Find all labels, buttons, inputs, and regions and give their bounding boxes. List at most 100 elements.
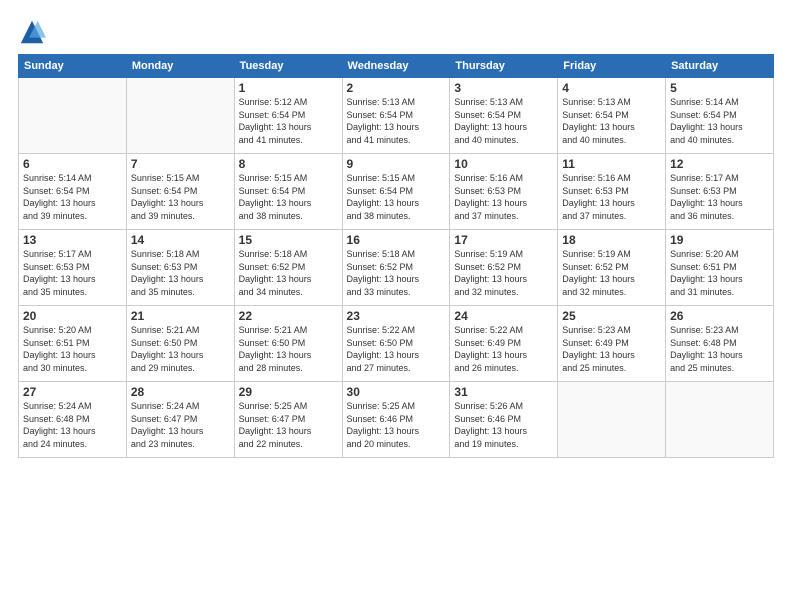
day-info: Sunrise: 5:18 AM Sunset: 6:52 PM Dayligh… bbox=[347, 248, 446, 298]
day-number: 2 bbox=[347, 81, 446, 95]
day-number: 28 bbox=[131, 385, 230, 399]
day-number: 22 bbox=[239, 309, 338, 323]
calendar-cell: 5Sunrise: 5:14 AM Sunset: 6:54 PM Daylig… bbox=[666, 78, 774, 154]
week-row-3: 13Sunrise: 5:17 AM Sunset: 6:53 PM Dayli… bbox=[19, 230, 774, 306]
header-monday: Monday bbox=[126, 55, 234, 78]
day-info: Sunrise: 5:12 AM Sunset: 6:54 PM Dayligh… bbox=[239, 96, 338, 146]
day-info: Sunrise: 5:23 AM Sunset: 6:49 PM Dayligh… bbox=[562, 324, 661, 374]
calendar-cell bbox=[19, 78, 127, 154]
day-info: Sunrise: 5:15 AM Sunset: 6:54 PM Dayligh… bbox=[131, 172, 230, 222]
day-number: 3 bbox=[454, 81, 553, 95]
day-info: Sunrise: 5:18 AM Sunset: 6:53 PM Dayligh… bbox=[131, 248, 230, 298]
day-number: 25 bbox=[562, 309, 661, 323]
day-number: 4 bbox=[562, 81, 661, 95]
day-info: Sunrise: 5:17 AM Sunset: 6:53 PM Dayligh… bbox=[23, 248, 122, 298]
calendar-cell: 28Sunrise: 5:24 AM Sunset: 6:47 PM Dayli… bbox=[126, 382, 234, 458]
calendar-cell: 14Sunrise: 5:18 AM Sunset: 6:53 PM Dayli… bbox=[126, 230, 234, 306]
calendar-cell: 26Sunrise: 5:23 AM Sunset: 6:48 PM Dayli… bbox=[666, 306, 774, 382]
page: SundayMondayTuesdayWednesdayThursdayFrid… bbox=[0, 0, 792, 612]
day-info: Sunrise: 5:24 AM Sunset: 6:47 PM Dayligh… bbox=[131, 400, 230, 450]
calendar-cell: 16Sunrise: 5:18 AM Sunset: 6:52 PM Dayli… bbox=[342, 230, 450, 306]
header-tuesday: Tuesday bbox=[234, 55, 342, 78]
day-number: 8 bbox=[239, 157, 338, 171]
calendar-cell: 3Sunrise: 5:13 AM Sunset: 6:54 PM Daylig… bbox=[450, 78, 558, 154]
header-saturday: Saturday bbox=[666, 55, 774, 78]
calendar-cell: 31Sunrise: 5:26 AM Sunset: 6:46 PM Dayli… bbox=[450, 382, 558, 458]
day-number: 14 bbox=[131, 233, 230, 247]
day-info: Sunrise: 5:23 AM Sunset: 6:48 PM Dayligh… bbox=[670, 324, 769, 374]
day-info: Sunrise: 5:22 AM Sunset: 6:49 PM Dayligh… bbox=[454, 324, 553, 374]
day-info: Sunrise: 5:21 AM Sunset: 6:50 PM Dayligh… bbox=[131, 324, 230, 374]
header-sunday: Sunday bbox=[19, 55, 127, 78]
day-info: Sunrise: 5:19 AM Sunset: 6:52 PM Dayligh… bbox=[562, 248, 661, 298]
day-info: Sunrise: 5:14 AM Sunset: 6:54 PM Dayligh… bbox=[23, 172, 122, 222]
calendar-cell: 1Sunrise: 5:12 AM Sunset: 6:54 PM Daylig… bbox=[234, 78, 342, 154]
calendar-cell: 13Sunrise: 5:17 AM Sunset: 6:53 PM Dayli… bbox=[19, 230, 127, 306]
calendar-header-row: SundayMondayTuesdayWednesdayThursdayFrid… bbox=[19, 55, 774, 78]
calendar-cell: 18Sunrise: 5:19 AM Sunset: 6:52 PM Dayli… bbox=[558, 230, 666, 306]
week-row-1: 1Sunrise: 5:12 AM Sunset: 6:54 PM Daylig… bbox=[19, 78, 774, 154]
day-info: Sunrise: 5:25 AM Sunset: 6:46 PM Dayligh… bbox=[347, 400, 446, 450]
day-number: 15 bbox=[239, 233, 338, 247]
week-row-2: 6Sunrise: 5:14 AM Sunset: 6:54 PM Daylig… bbox=[19, 154, 774, 230]
header bbox=[18, 18, 774, 46]
day-info: Sunrise: 5:21 AM Sunset: 6:50 PM Dayligh… bbox=[239, 324, 338, 374]
day-info: Sunrise: 5:15 AM Sunset: 6:54 PM Dayligh… bbox=[239, 172, 338, 222]
header-friday: Friday bbox=[558, 55, 666, 78]
day-number: 7 bbox=[131, 157, 230, 171]
calendar-cell: 22Sunrise: 5:21 AM Sunset: 6:50 PM Dayli… bbox=[234, 306, 342, 382]
day-number: 21 bbox=[131, 309, 230, 323]
calendar-cell: 27Sunrise: 5:24 AM Sunset: 6:48 PM Dayli… bbox=[19, 382, 127, 458]
day-info: Sunrise: 5:20 AM Sunset: 6:51 PM Dayligh… bbox=[23, 324, 122, 374]
day-number: 31 bbox=[454, 385, 553, 399]
day-info: Sunrise: 5:16 AM Sunset: 6:53 PM Dayligh… bbox=[454, 172, 553, 222]
calendar-cell bbox=[126, 78, 234, 154]
day-info: Sunrise: 5:13 AM Sunset: 6:54 PM Dayligh… bbox=[347, 96, 446, 146]
calendar-cell: 10Sunrise: 5:16 AM Sunset: 6:53 PM Dayli… bbox=[450, 154, 558, 230]
calendar-cell: 29Sunrise: 5:25 AM Sunset: 6:47 PM Dayli… bbox=[234, 382, 342, 458]
day-number: 16 bbox=[347, 233, 446, 247]
calendar-cell: 19Sunrise: 5:20 AM Sunset: 6:51 PM Dayli… bbox=[666, 230, 774, 306]
day-info: Sunrise: 5:17 AM Sunset: 6:53 PM Dayligh… bbox=[670, 172, 769, 222]
day-info: Sunrise: 5:13 AM Sunset: 6:54 PM Dayligh… bbox=[454, 96, 553, 146]
day-info: Sunrise: 5:20 AM Sunset: 6:51 PM Dayligh… bbox=[670, 248, 769, 298]
day-info: Sunrise: 5:24 AM Sunset: 6:48 PM Dayligh… bbox=[23, 400, 122, 450]
day-info: Sunrise: 5:26 AM Sunset: 6:46 PM Dayligh… bbox=[454, 400, 553, 450]
calendar-cell: 12Sunrise: 5:17 AM Sunset: 6:53 PM Dayli… bbox=[666, 154, 774, 230]
day-info: Sunrise: 5:22 AM Sunset: 6:50 PM Dayligh… bbox=[347, 324, 446, 374]
day-info: Sunrise: 5:14 AM Sunset: 6:54 PM Dayligh… bbox=[670, 96, 769, 146]
day-number: 19 bbox=[670, 233, 769, 247]
header-thursday: Thursday bbox=[450, 55, 558, 78]
calendar-cell: 7Sunrise: 5:15 AM Sunset: 6:54 PM Daylig… bbox=[126, 154, 234, 230]
day-info: Sunrise: 5:18 AM Sunset: 6:52 PM Dayligh… bbox=[239, 248, 338, 298]
calendar-cell: 30Sunrise: 5:25 AM Sunset: 6:46 PM Dayli… bbox=[342, 382, 450, 458]
day-info: Sunrise: 5:16 AM Sunset: 6:53 PM Dayligh… bbox=[562, 172, 661, 222]
calendar-cell: 23Sunrise: 5:22 AM Sunset: 6:50 PM Dayli… bbox=[342, 306, 450, 382]
week-row-4: 20Sunrise: 5:20 AM Sunset: 6:51 PM Dayli… bbox=[19, 306, 774, 382]
calendar-cell: 21Sunrise: 5:21 AM Sunset: 6:50 PM Dayli… bbox=[126, 306, 234, 382]
day-number: 13 bbox=[23, 233, 122, 247]
header-wednesday: Wednesday bbox=[342, 55, 450, 78]
day-number: 5 bbox=[670, 81, 769, 95]
day-number: 23 bbox=[347, 309, 446, 323]
day-number: 24 bbox=[454, 309, 553, 323]
day-number: 30 bbox=[347, 385, 446, 399]
day-number: 17 bbox=[454, 233, 553, 247]
day-number: 6 bbox=[23, 157, 122, 171]
calendar-cell: 25Sunrise: 5:23 AM Sunset: 6:49 PM Dayli… bbox=[558, 306, 666, 382]
day-number: 10 bbox=[454, 157, 553, 171]
logo-icon bbox=[18, 18, 46, 46]
day-number: 9 bbox=[347, 157, 446, 171]
day-number: 12 bbox=[670, 157, 769, 171]
calendar-cell: 6Sunrise: 5:14 AM Sunset: 6:54 PM Daylig… bbox=[19, 154, 127, 230]
calendar-cell bbox=[558, 382, 666, 458]
calendar-cell: 9Sunrise: 5:15 AM Sunset: 6:54 PM Daylig… bbox=[342, 154, 450, 230]
day-number: 1 bbox=[239, 81, 338, 95]
day-info: Sunrise: 5:15 AM Sunset: 6:54 PM Dayligh… bbox=[347, 172, 446, 222]
calendar-cell: 8Sunrise: 5:15 AM Sunset: 6:54 PM Daylig… bbox=[234, 154, 342, 230]
logo bbox=[18, 18, 50, 46]
day-info: Sunrise: 5:13 AM Sunset: 6:54 PM Dayligh… bbox=[562, 96, 661, 146]
calendar-cell: 17Sunrise: 5:19 AM Sunset: 6:52 PM Dayli… bbox=[450, 230, 558, 306]
day-info: Sunrise: 5:25 AM Sunset: 6:47 PM Dayligh… bbox=[239, 400, 338, 450]
day-number: 11 bbox=[562, 157, 661, 171]
